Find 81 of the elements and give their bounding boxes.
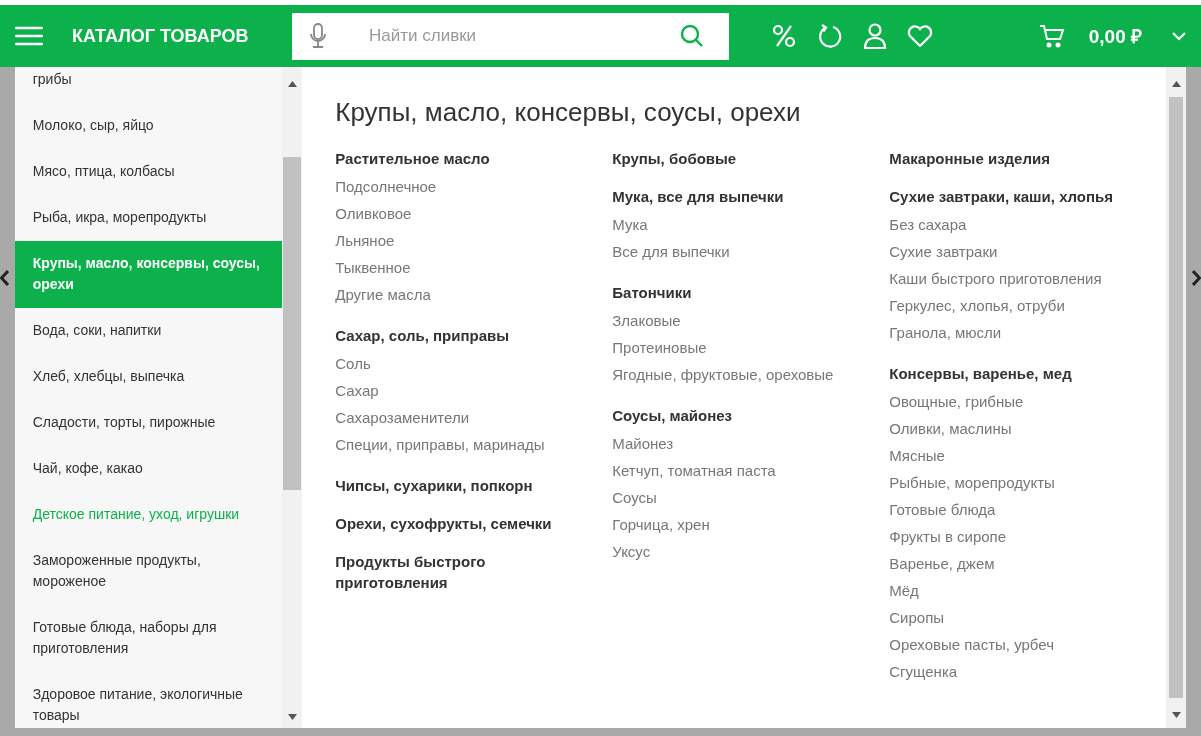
subcategory-heading[interactable]: Орехи, сухофрукты, семечки [335,513,571,534]
subcategory-link[interactable]: Оливки, маслины [889,415,1167,442]
cart-total[interactable]: 0,00 ₽ [1088,23,1142,49]
user-icon[interactable] [863,23,887,49]
subcategory-heading[interactable]: Батончики [612,282,848,303]
subcategory-link[interactable]: Оливковое [335,200,613,227]
subcategory-link[interactable]: Гранола, мюсли [889,319,1167,346]
subcategory-link[interactable]: Сухие завтраки [889,238,1167,265]
search-bar[interactable]: Найти сливки [292,12,729,60]
subcategory-link[interactable]: Соль [335,350,613,377]
scroll-up-icon[interactable] [1171,81,1181,87]
subcategory-link[interactable]: Протеиновые [612,334,890,361]
subcategory-heading[interactable]: Мука, все для выпечки [612,186,848,207]
subcategory-link[interactable]: Специи, приправы, маринады [335,431,613,458]
subcategory-link[interactable]: Горчица, хрен [612,511,890,538]
subcategory-link[interactable]: Сахарозаменители [335,404,613,431]
chevron-down-icon[interactable] [1172,31,1186,41]
category-title: Крупы, масло, консервы, соусы, орехи [335,97,802,128]
subcategory-link[interactable]: Каши быстрого приготовления [889,265,1167,292]
subcategory-link[interactable]: Все для выпечки [612,238,890,265]
subcategory-heading[interactable]: Консервы, варенье, мед [889,363,1125,384]
category-item[interactable]: Вода, соки, напитки [14,308,283,354]
subcategory-heading[interactable]: Соусы, майонез [612,405,848,426]
scroll-up-icon[interactable] [287,81,297,87]
category-item[interactable]: Детское питание, уход, игрушки [14,492,283,538]
subcategory-link[interactable]: Уксус [612,538,890,565]
subcategory-heading[interactable]: Макаронные изделия [889,148,1125,169]
menu-icon[interactable] [15,26,43,46]
subcategory-link[interactable]: Льняное [335,227,613,254]
category-item[interactable]: грибы [14,67,283,103]
scroll-down-icon[interactable] [287,714,297,720]
catalog-title[interactable]: КАТАЛОГ ТОВАРОВ [72,25,292,47]
subcategory-heading[interactable]: Растительное масло [335,148,571,169]
subcategory-heading[interactable]: Чипсы, сухарики, попкорн [335,475,571,496]
subcategory-link[interactable]: Майонез [612,430,890,457]
scrollbar[interactable] [282,67,303,728]
refresh-icon[interactable] [817,23,843,49]
category-item[interactable]: Хлеб, хлебцы, выпечка [14,354,283,400]
subcategory-link[interactable]: Другие масла [335,281,613,308]
subcategory-heading[interactable]: Крупы, бобовые [612,148,848,169]
subcategory-link[interactable]: Готовые блюда [889,496,1167,523]
heart-icon[interactable] [907,25,933,47]
subcategory-link[interactable]: Тыквенное [335,254,613,281]
category-item[interactable]: Сладости, торты, пирожные [14,400,283,446]
subcategory-link[interactable]: Злаковые [612,307,890,334]
subcategory-link[interactable]: Мука [612,211,890,238]
subcategory-link[interactable]: Сахар [335,377,613,404]
search-icon[interactable] [680,24,704,48]
subcategory-link[interactable]: Кетчуп, томатная паста [612,457,890,484]
chevron-right-icon[interactable] [1192,269,1201,286]
subcategory-link[interactable]: Рыбные, морепродукты [889,469,1167,496]
cart-icon[interactable] [1038,24,1065,48]
microphone-icon[interactable] [309,23,327,49]
subcategory-link[interactable]: Ягодные, фруктовые, ореховые [612,361,890,388]
subcategory-heading[interactable]: Сухие завтраки, каши, хлопья [889,186,1125,207]
subcategory-link[interactable]: Сгущенка [889,658,1167,685]
category-item[interactable]: Мясо, птица, колбасы [14,149,283,195]
category-item[interactable]: Чай, кофе, какао [14,446,283,492]
subcategory-link[interactable]: Сиропы [889,604,1167,631]
subcategory-link[interactable]: Ореховые пасты, урбеч [889,631,1167,658]
subcategory-heading[interactable]: Продукты быстрого приготовления [335,551,571,593]
subcategory-link[interactable]: Соусы [612,484,890,511]
subcategory-link[interactable]: Варенье, джем [889,550,1167,577]
scrollbar[interactable] [1166,67,1187,728]
category-item[interactable]: Здоровое питание, экологичные товары [14,672,283,728]
chevron-left-icon[interactable] [0,269,9,286]
percent-icon[interactable] [771,23,797,49]
subcategory-link[interactable]: Без сахара [889,211,1167,238]
subcategory-link[interactable]: Фрукты в сиропе [889,523,1167,550]
subcategory-link[interactable]: Овощные, грибные [889,388,1167,415]
subcategory-link[interactable]: Геркулес, хлопья, отруби [889,292,1167,319]
subcategory-link[interactable]: Мясные [889,442,1167,469]
subcategory-link[interactable]: Подсолнечное [335,173,613,200]
subcategory-link[interactable]: Мёд [889,577,1167,604]
category-item[interactable]: Замороженные продукты, мороженое [14,538,283,605]
scroll-down-icon[interactable] [1171,712,1181,718]
category-item[interactable]: Рыба, икра, морепродукты [14,195,283,241]
category-item[interactable]: Молоко, сыр, яйцо [14,103,283,149]
category-item[interactable]: Готовые блюда, наборы для приготовления [14,605,283,672]
subcategory-heading[interactable]: Сахар, соль, приправы [335,325,571,346]
category-item[interactable]: Крупы, масло, консервы, соусы, орехи [14,241,283,308]
